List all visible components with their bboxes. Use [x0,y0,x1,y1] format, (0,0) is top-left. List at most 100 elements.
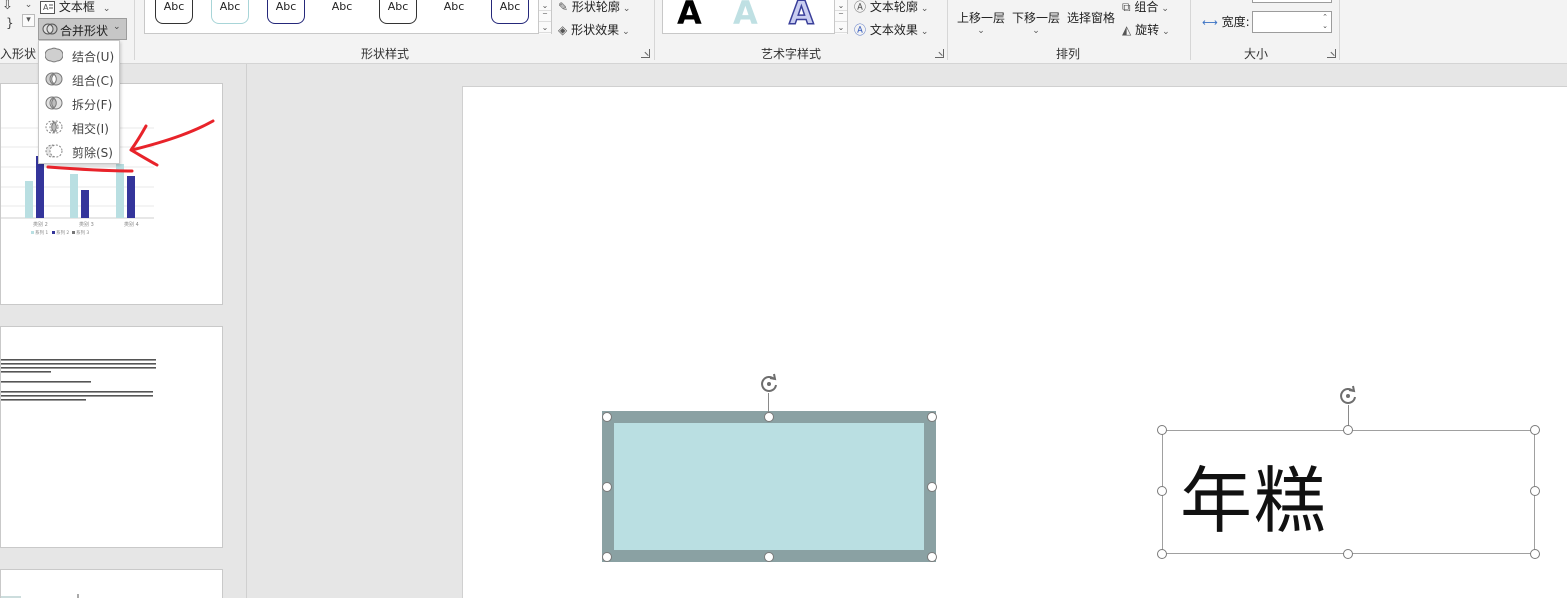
resize-handle[interactable] [1157,425,1167,435]
union-icon [45,47,63,63]
text-outline-icon: Ⓐ [854,0,867,14]
gallery-scrollbar[interactable]: ⌄ ‾ ⌄ [538,0,551,34]
width-label: 宽度: [1221,15,1250,29]
text-effects-icon: Ⓐ [854,23,867,37]
resize-handle[interactable] [764,412,774,422]
resize-handle[interactable] [602,552,612,562]
merge-shapes-button[interactable]: 合并形状 ⌄ [38,18,127,40]
shape-style-5[interactable]: Abc [379,0,417,24]
chart-bar [25,181,33,218]
resize-handle[interactable] [927,482,937,492]
resize-handle[interactable] [1530,425,1540,435]
pencil-icon: ✎ [558,0,569,14]
resize-handle[interactable] [1343,549,1353,559]
group-separator [134,0,135,60]
wordart-gallery[interactable]: A A A ⌄ ‾ ⌄ [662,0,848,34]
tick-label: 类别 2 [33,221,48,228]
resize-handle[interactable] [764,552,774,562]
menu-item-union[interactable]: 结合(U) [39,43,121,67]
rotate-icon: ◭ [1122,23,1132,37]
bring-forward-button[interactable]: 上移一层 ⌄ [957,9,1005,36]
text-effects-button[interactable]: Ⓐ 文本效果 ⌄ [854,21,928,38]
menu-item-combine[interactable]: 组合(C) [39,67,121,91]
wordart-launcher-icon[interactable] [935,49,944,58]
rotate-button[interactable]: ◭ 旋转 ⌄ [1122,21,1170,38]
chart-bar [81,190,89,218]
shape-styles-gallery[interactable]: Abc Abc Abc Abc Abc Abc Abc ⌄ ‾ ⌄ [144,0,552,34]
combine-icon [45,72,63,86]
width-input[interactable]: ⌃ ⌄ [1252,11,1332,33]
arrange-group-label: 排列 [1056,47,1081,61]
effects-icon: ◈ [558,23,568,37]
rectangle-shape[interactable] [602,411,936,562]
group-button[interactable]: ⧉ 组合 ⌄ [1122,0,1169,15]
chart-bar [116,164,124,218]
shape-effects-label: 形状效果 [571,23,620,37]
shape-gallery-more-button[interactable]: ▾ [22,14,35,27]
intersect-icon [45,120,63,134]
bring-forward-label: 上移一层 [957,11,1006,25]
rotate-label: 旋转 [1135,23,1160,37]
shape-styles-group-label: 形状样式 [361,47,410,61]
shape-effects-button[interactable]: ◈ 形状效果 ⌄ [558,21,630,38]
fragment-icon [45,96,63,110]
resize-handle[interactable] [927,412,937,422]
wordart-style-outline[interactable]: A [788,0,814,33]
textbox-icon: A [40,1,55,14]
textbox-button[interactable]: A 文本框 ⌄ [40,0,110,15]
wordart-style-black[interactable]: A [677,0,702,32]
resize-handle[interactable] [1157,486,1167,496]
shape-gallery-scroll-button[interactable]: ⌄ [22,0,35,10]
width-spinner[interactable]: ⌃ ⌄ [1320,13,1330,31]
svg-text:A: A [43,3,49,12]
text-outline-label: 文本轮廓 [869,0,918,14]
chart-bar [127,176,135,218]
insert-shapes-group-label: 入形状 [0,47,37,61]
selection-pane-label: 选择窗格 [1067,11,1116,25]
shape-style-7[interactable]: Abc [491,0,529,24]
textbox-label: 文本框 [58,0,95,14]
resize-handle[interactable] [602,412,612,422]
shape-style-4[interactable]: Abc [323,0,361,24]
resize-handle[interactable] [1530,549,1540,559]
text-outline-button[interactable]: Ⓐ 文本轮廓 ⌄ [854,0,928,15]
wordart-styles-group-label: 艺术字样式 [761,47,822,61]
resize-handle[interactable] [1343,425,1353,435]
menu-item-intersect[interactable]: 相交(I) [39,115,121,139]
wordart-style-light[interactable]: A [733,0,758,32]
send-backward-button[interactable]: 下移一层 ⌄ [1012,9,1060,36]
size-launcher-icon[interactable] [1327,49,1336,58]
wordart-scrollbar[interactable]: ⌄ ‾ ⌄ [834,0,847,34]
chart-bar [70,174,78,218]
ribbon: ⇩ } ▾ ⌄ 入形状 A 文本框 ⌄ 合并形状 ⌄ Abc Abc Abc Ab… [0,0,1567,64]
group-separator [1339,0,1340,60]
arrow-shape-icon[interactable]: ⇩ [2,0,13,13]
legend-entry: 系列 2 [56,229,69,236]
shape-style-1[interactable]: Abc [155,0,193,24]
shape-outline-button[interactable]: ✎ 形状轮廓 ⌄ [558,0,630,15]
menu-item-fragment[interactable]: 拆分(F) [39,91,121,115]
subtract-icon [45,144,63,158]
shape-style-6[interactable]: Abc [435,0,473,24]
rotate-handle-icon[interactable] [758,373,780,395]
selection-pane-button[interactable]: 选择窗格 [1067,9,1115,26]
shape-styles-launcher-icon[interactable] [641,49,650,58]
brace-shape-icon[interactable]: } [6,16,14,30]
shape-style-2[interactable]: Abc [211,0,249,24]
height-input[interactable] [1252,0,1332,3]
chevron-down-icon: ⌄ [113,22,121,32]
rotate-handle-icon[interactable] [1337,385,1359,407]
thumbnail-text-lines [1,359,156,401]
resize-handle[interactable] [602,482,612,492]
resize-handle[interactable] [927,552,937,562]
slide-thumbnail-text[interactable] [0,326,223,548]
merge-shapes-icon [42,23,58,35]
shape-style-3[interactable]: Abc [267,0,305,24]
menu-item-subtract[interactable]: 剪除(S) [39,139,121,163]
resize-handle[interactable] [1530,486,1540,496]
slide-thumbnail-partial[interactable] [0,569,223,598]
width-icon: ⟷ [1202,16,1218,29]
resize-handle[interactable] [1157,549,1167,559]
text-box-content[interactable]: 年糕 [1180,442,1328,547]
shape-outline-label: 形状轮廓 [571,0,620,14]
